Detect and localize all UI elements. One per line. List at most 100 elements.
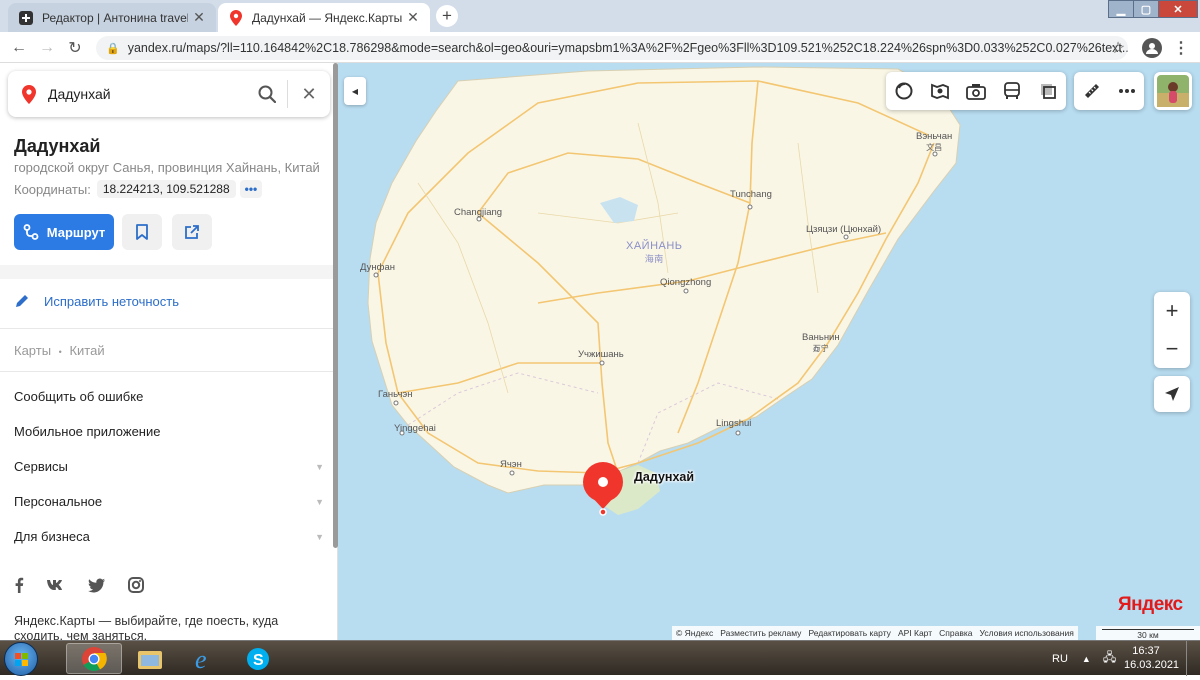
map-city-label[interactable]: Ганьчэн xyxy=(378,389,413,400)
clear-search-icon[interactable]: ✕ xyxy=(288,71,330,117)
api-link[interactable]: API Карт xyxy=(898,628,932,638)
menu-item-report-error[interactable]: Сообщить об ошибке xyxy=(14,389,324,404)
zoom-out-button[interactable]: − xyxy=(1154,330,1190,368)
map-terrain xyxy=(367,66,961,516)
taskbar-chrome[interactable] xyxy=(66,643,122,674)
forward-arrow-icon[interactable]: → xyxy=(36,37,58,59)
windows-start-button[interactable] xyxy=(4,642,38,676)
taskbar-skype[interactable]: S xyxy=(230,643,286,674)
svg-text:S: S xyxy=(253,652,264,669)
map-city-label[interactable]: Yinggehai xyxy=(394,423,436,434)
new-tab-button[interactable]: + xyxy=(436,5,458,27)
search-icon[interactable] xyxy=(247,71,287,117)
bookmark-button[interactable] xyxy=(122,214,162,250)
ruler-button[interactable] xyxy=(1078,77,1106,105)
transport-button[interactable] xyxy=(998,77,1026,105)
terms-link[interactable]: Условия использования xyxy=(979,628,1073,638)
city-dot xyxy=(599,360,605,366)
window-close-button[interactable]: ✕ xyxy=(1158,0,1198,18)
taskbar-ie[interactable]: e xyxy=(176,643,232,674)
map-city-label[interactable]: Ячэн xyxy=(500,459,522,470)
map-layers-button[interactable] xyxy=(890,77,918,105)
city-name: Yinggehai xyxy=(394,423,436,434)
edit-map-link[interactable]: Редактировать карту xyxy=(808,628,891,638)
map-city-label[interactable]: Ваньнин 万宁 xyxy=(802,332,840,354)
scale-label: 30 км xyxy=(1137,630,1159,640)
window-minimize-button[interactable]: ▁ xyxy=(1108,0,1134,18)
city-name: Ячэн xyxy=(500,459,522,470)
location-pin-icon xyxy=(20,84,38,104)
map-city-label[interactable]: Учжишань xyxy=(578,349,624,360)
avatar-photo-icon xyxy=(1157,75,1189,107)
tab-editor[interactable]: Редактор | Антонина travel | Янд ✕ xyxy=(8,3,216,32)
network-icon[interactable]: 🖧 xyxy=(1103,648,1116,669)
region-name: ХАЙНАНЬ xyxy=(626,240,683,252)
map-city-label[interactable]: Lingshui xyxy=(716,418,751,429)
map-city-label[interactable]: Changjiang xyxy=(454,207,502,218)
show-hidden-icons-icon[interactable]: ▲ xyxy=(1082,654,1091,664)
url-text: yandex.ru/maps/?ll=110.164842%2C18.78629… xyxy=(127,41,1128,55)
help-link[interactable]: Справка xyxy=(939,628,972,638)
route-button[interactable]: Маршрут xyxy=(14,214,114,250)
coordinates-more-button[interactable]: ••• xyxy=(239,180,263,198)
chevron-down-icon: ▼ xyxy=(315,496,324,507)
panorama-button[interactable] xyxy=(926,77,954,105)
ruler-icon xyxy=(1084,84,1099,98)
tab-close-icon[interactable]: ✕ xyxy=(192,9,206,26)
map-type-icon xyxy=(1041,84,1056,99)
map-type-button[interactable] xyxy=(1034,77,1062,105)
search-input[interactable]: Дадунхай xyxy=(48,86,247,102)
coordinates-value[interactable]: 18.224213, 109.521288 xyxy=(96,180,236,198)
address-bar[interactable]: 🔒 yandex.ru/maps/?ll=110.164842%2C18.786… xyxy=(96,36,1128,60)
map-city-label[interactable]: Дунфан xyxy=(360,262,395,273)
instagram-icon[interactable] xyxy=(128,577,144,593)
facebook-icon[interactable] xyxy=(14,577,24,593)
route-icon xyxy=(23,224,39,240)
yandex-logo[interactable]: Яндекс xyxy=(1118,594,1183,616)
collapse-sidebar-button[interactable]: ◀ xyxy=(344,77,366,105)
menu-item-services[interactable]: Сервисы ▼ xyxy=(14,459,324,474)
vk-icon[interactable] xyxy=(46,579,66,591)
language-indicator[interactable]: RU xyxy=(1052,653,1068,665)
tab-close-icon[interactable]: ✕ xyxy=(406,9,420,26)
profile-avatar-icon[interactable] xyxy=(1142,38,1162,58)
map-city-label[interactable]: Qiongzhong xyxy=(660,277,711,288)
show-desktop-button[interactable] xyxy=(1186,641,1200,676)
more-tools-button[interactable] xyxy=(1113,77,1141,105)
city-dot xyxy=(683,288,689,294)
geolocation-button[interactable] xyxy=(1154,376,1190,412)
map-city-label[interactable]: Вэньчан 文昌 xyxy=(916,131,952,153)
more-dots-icon xyxy=(1118,89,1135,93)
user-avatar[interactable] xyxy=(1154,72,1192,110)
breadcrumb-maps[interactable]: Карты xyxy=(14,343,51,358)
share-button[interactable] xyxy=(172,214,212,250)
back-arrow-icon[interactable]: ← xyxy=(8,37,30,59)
map-city-label[interactable]: Tunchang xyxy=(730,189,772,200)
map-canvas[interactable]: Вэньчан 文昌 Changjiang Tunchang Цзяцзи (Цю… xyxy=(338,63,1200,640)
map-pin-label[interactable]: Дадунхай xyxy=(634,470,694,484)
city-name: Вэньчан xyxy=(916,131,953,142)
map-layers-toolbar xyxy=(886,72,1066,110)
breadcrumb-china[interactable]: Китай xyxy=(69,343,104,358)
system-clock[interactable]: 16:37 16.03.2021 xyxy=(1124,644,1179,672)
lock-icon: 🔒 xyxy=(106,42,120,55)
pencil-icon xyxy=(16,295,28,307)
map-city-label[interactable]: Цзяцзи (Цюнхай) xyxy=(806,224,881,235)
fix-inaccuracy-link[interactable]: Исправить неточность xyxy=(14,293,179,309)
reload-icon[interactable]: ↻ xyxy=(64,37,86,59)
photos-button[interactable] xyxy=(962,77,990,105)
menu-item-business[interactable]: Для бизнеса ▼ xyxy=(14,529,324,544)
window-maximize-button[interactable]: ▢ xyxy=(1133,0,1159,18)
bookmark-star-icon[interactable]: ☆ xyxy=(1108,37,1128,59)
editor-favicon-icon xyxy=(18,10,34,26)
browser-menu-icon[interactable]: ⋮ xyxy=(1173,38,1189,58)
advertise-link[interactable]: Разместить рекламу xyxy=(720,628,801,638)
zoom-in-button[interactable]: + xyxy=(1154,292,1190,330)
search-box[interactable]: Дадунхай ✕ xyxy=(8,71,330,117)
menu-item-mobile-app[interactable]: Мобильное приложение xyxy=(14,424,324,439)
twitter-icon[interactable] xyxy=(88,578,106,593)
windows-taskbar: e S RU ▲ 🖧 16:37 16.03.2021 xyxy=(0,640,1200,676)
menu-item-personal[interactable]: Персональное ▼ xyxy=(14,494,324,509)
taskbar-explorer[interactable] xyxy=(122,643,178,674)
tab-yandex-maps[interactable]: Дадунхай — Яндекс.Карты ✕ xyxy=(218,3,430,32)
